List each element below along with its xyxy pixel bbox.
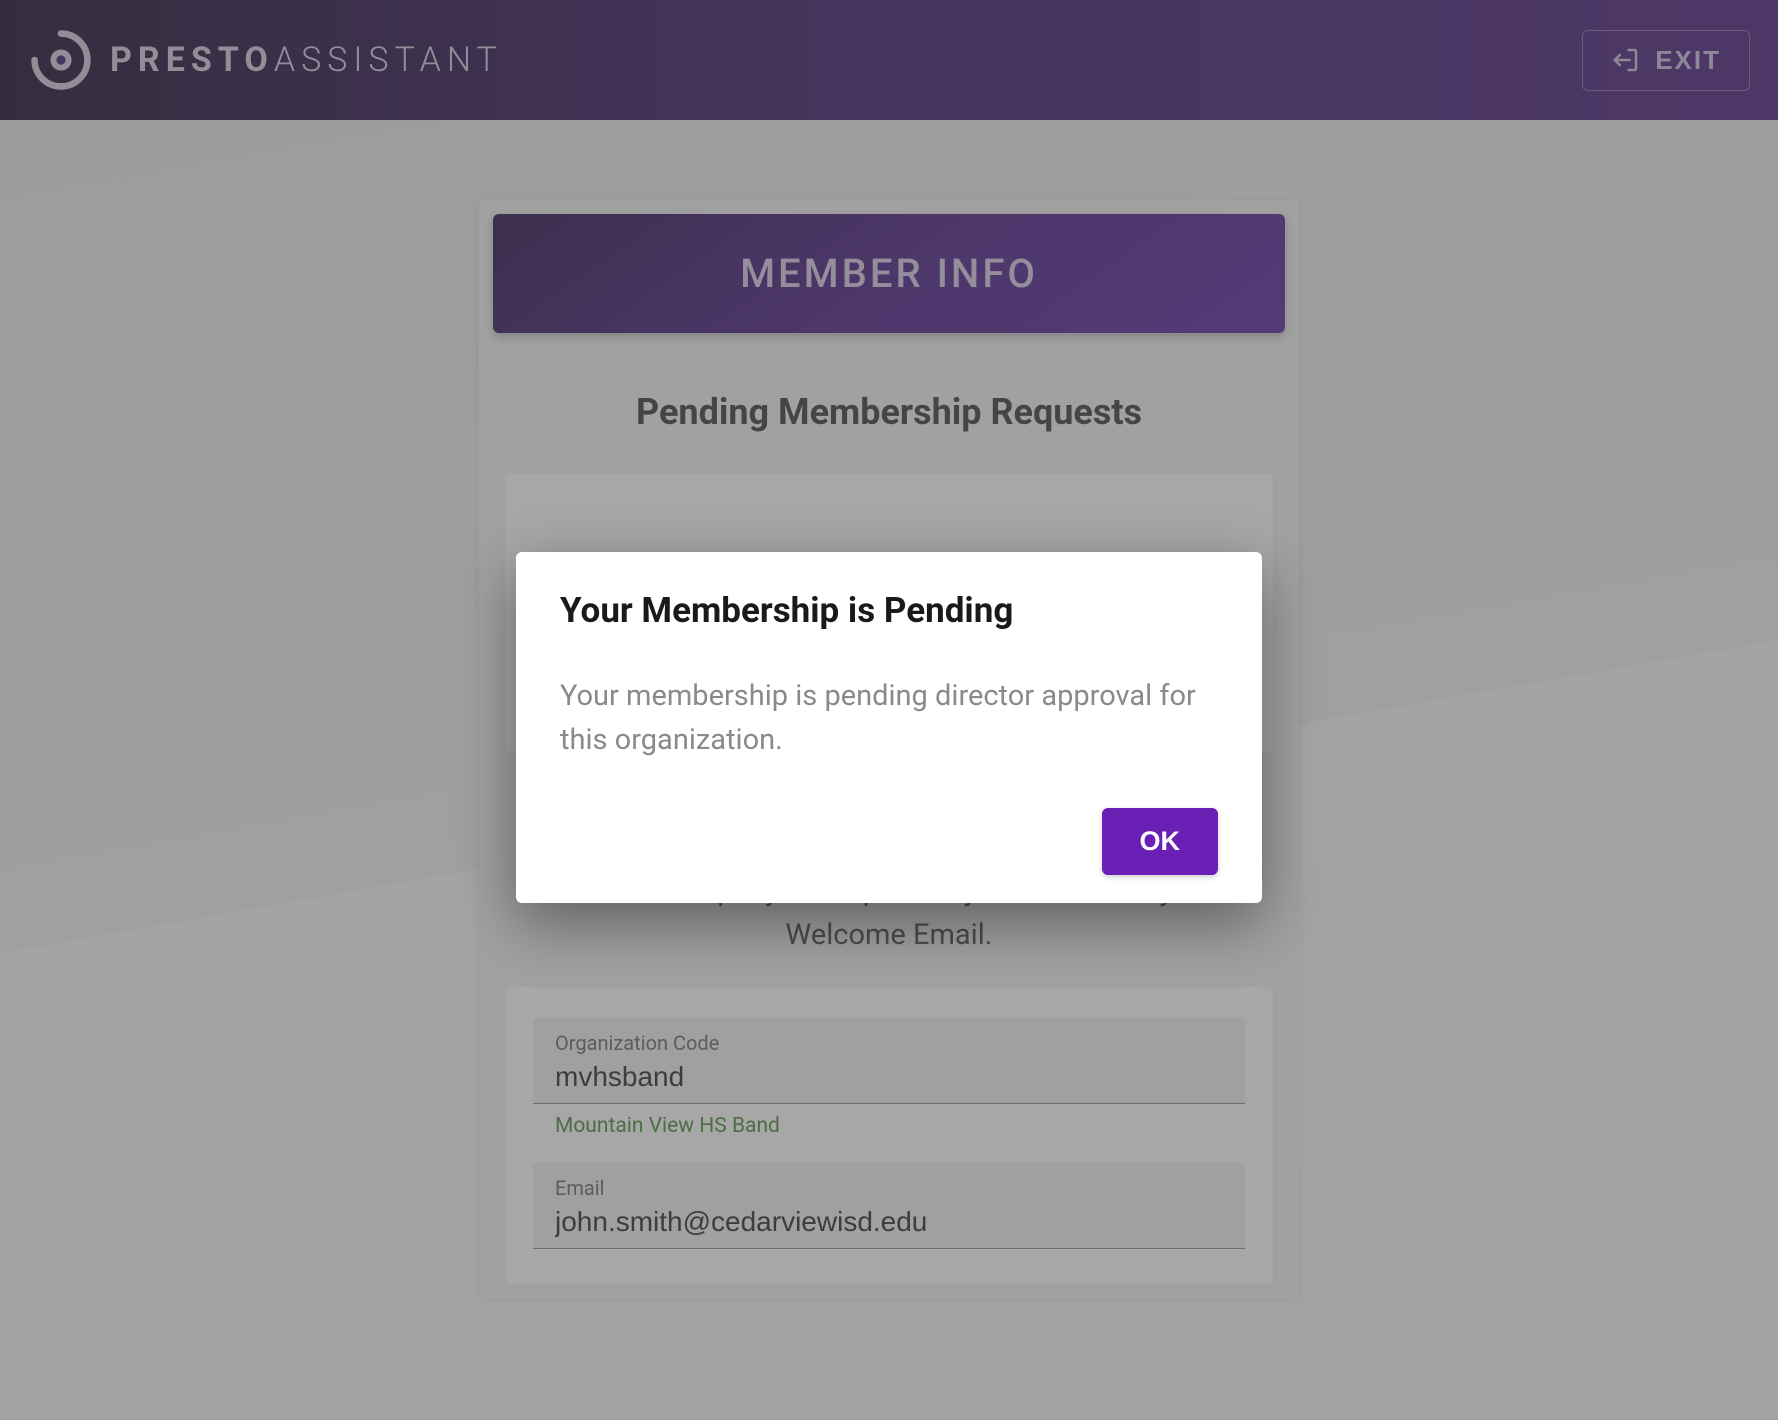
ok-button[interactable]: OK	[1102, 808, 1219, 875]
pending-membership-modal: Your Membership is Pending Your membersh…	[516, 552, 1262, 903]
modal-body: Your membership is pending director appr…	[560, 675, 1218, 762]
modal-title: Your Membership is Pending	[560, 590, 1218, 631]
